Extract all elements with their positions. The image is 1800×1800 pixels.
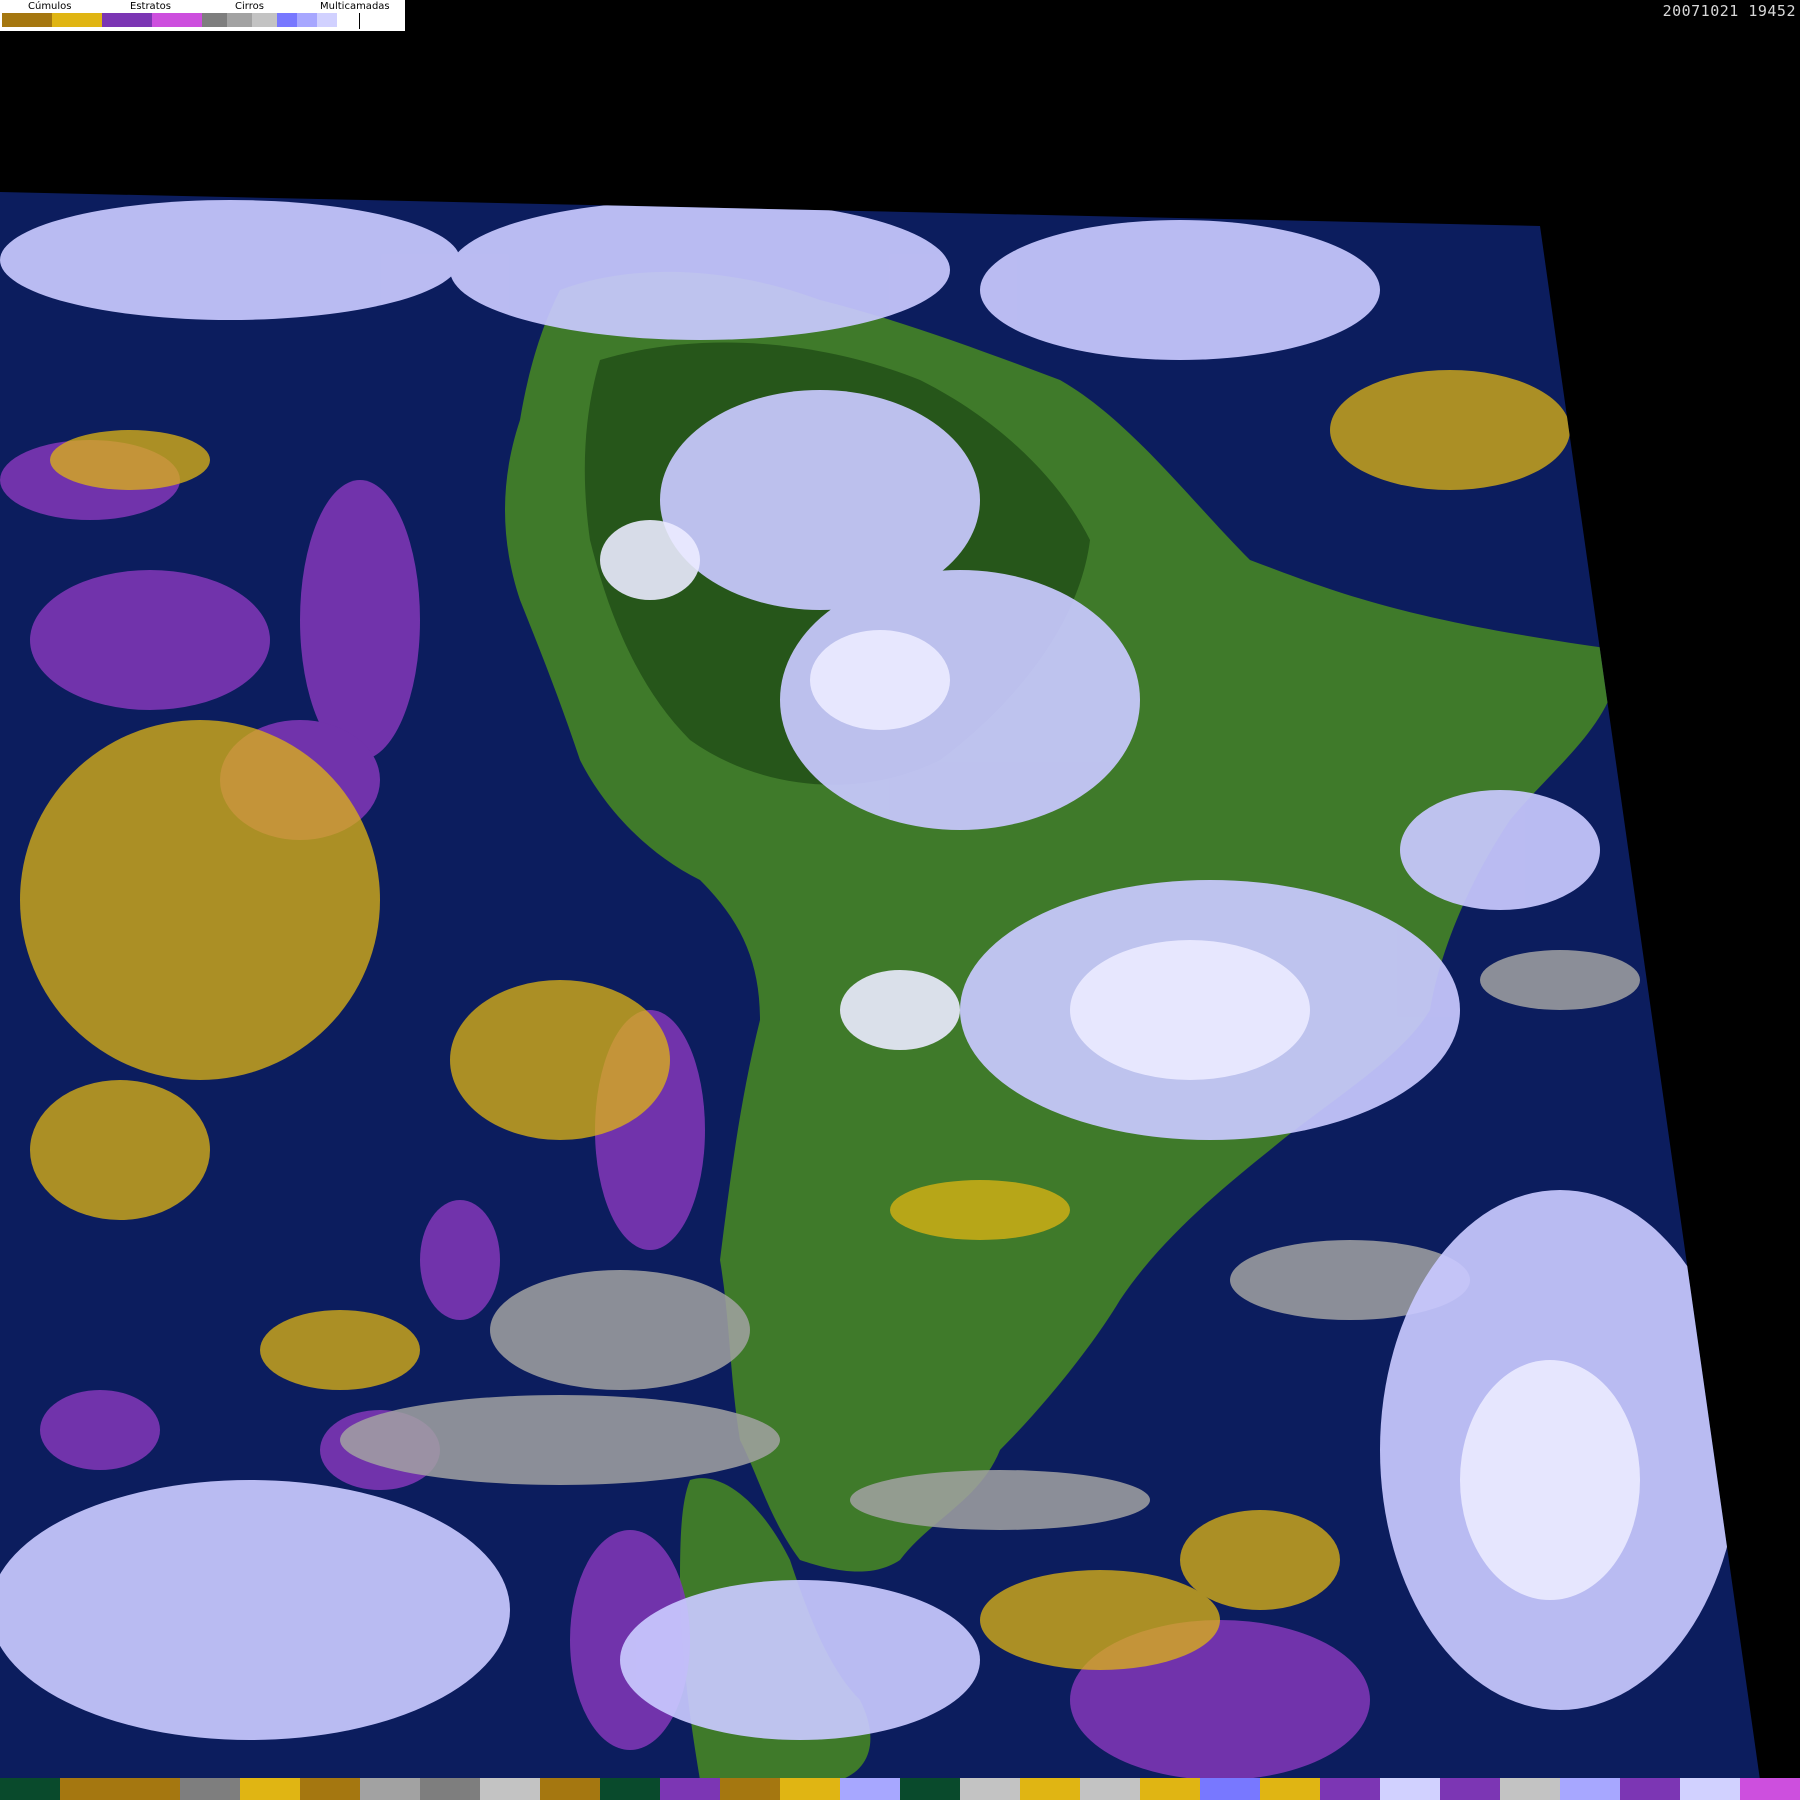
strip-segment	[1200, 1778, 1260, 1800]
strip-segment	[480, 1778, 540, 1800]
satellite-cloud-map	[0, 192, 1760, 1780]
timestamp-label: 20071021 19452	[1662, 2, 1796, 20]
legend-label-1: Estratos	[130, 1, 171, 12]
strip-segment	[240, 1778, 300, 1800]
strip-segment	[840, 1778, 900, 1800]
strip-segment	[960, 1778, 1020, 1800]
strip-segment	[1140, 1778, 1200, 1800]
strip-segment	[180, 1778, 240, 1800]
strip-segment	[1440, 1778, 1500, 1800]
legend-swatch	[152, 13, 202, 27]
strip-segment	[1740, 1778, 1800, 1800]
strip-segment	[1380, 1778, 1440, 1800]
strip-segment	[1680, 1778, 1740, 1800]
strip-segment	[540, 1778, 600, 1800]
strip-segment	[0, 1778, 60, 1800]
strip-segment	[720, 1778, 780, 1800]
strip-segment	[600, 1778, 660, 1800]
legend-swatch	[102, 13, 152, 27]
strip-segment	[360, 1778, 420, 1800]
strip-segment	[420, 1778, 480, 1800]
legend-label-2: Cirros	[235, 1, 264, 12]
legend-label-0: Cúmulos	[28, 1, 72, 12]
strip-segment	[1620, 1778, 1680, 1800]
legend-swatch	[337, 13, 357, 27]
legend-swatch	[52, 13, 102, 27]
strip-segment	[1080, 1778, 1140, 1800]
strip-segment	[900, 1778, 960, 1800]
strip-segment	[60, 1778, 120, 1800]
legend-swatch	[227, 13, 252, 27]
strip-segment	[1260, 1778, 1320, 1800]
legend-swatch	[2, 13, 52, 27]
legend-swatch	[202, 13, 227, 27]
strip-segment	[120, 1778, 180, 1800]
legend-swatch	[277, 13, 297, 27]
legend-swatch	[317, 13, 337, 27]
legend-end-tick	[359, 13, 360, 29]
bottom-color-strip	[0, 1778, 1800, 1800]
strip-segment	[780, 1778, 840, 1800]
strip-segment	[1020, 1778, 1080, 1800]
strip-segment	[1560, 1778, 1620, 1800]
cloud-type-legend: Cúmulos Estratos Cirros Multicamadas	[0, 0, 405, 31]
legend-label-3: Multicamadas	[320, 1, 390, 12]
strip-segment	[1320, 1778, 1380, 1800]
strip-segment	[660, 1778, 720, 1800]
legend-swatch	[297, 13, 317, 27]
legend-swatch	[252, 13, 277, 27]
strip-segment	[300, 1778, 360, 1800]
strip-segment	[1500, 1778, 1560, 1800]
